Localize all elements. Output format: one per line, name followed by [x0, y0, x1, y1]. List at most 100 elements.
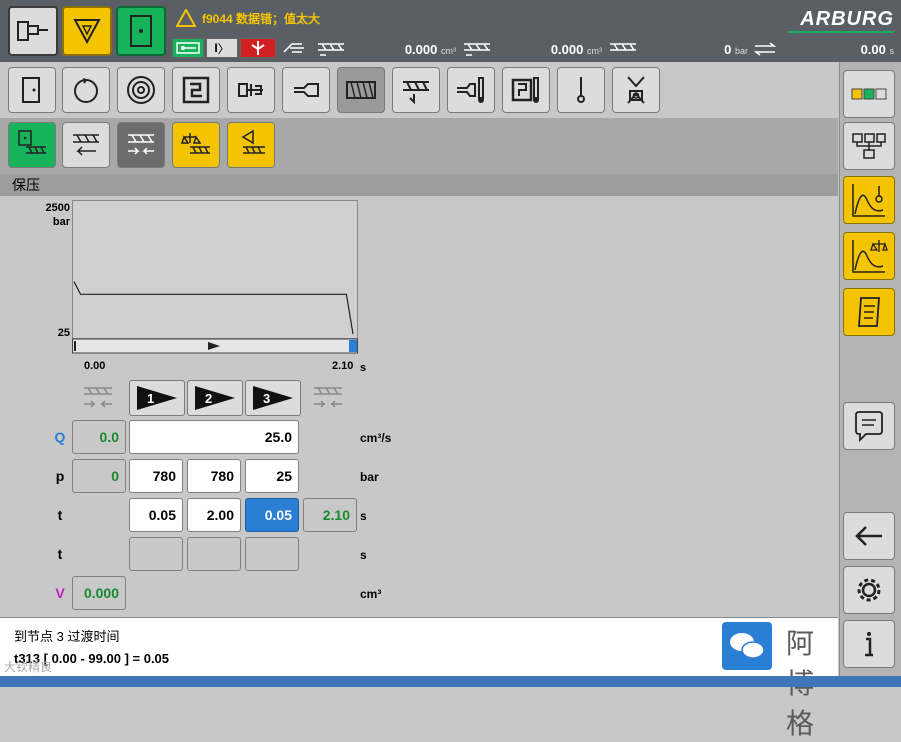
function-toolbar [0, 62, 838, 118]
tool-cycle[interactable] [62, 67, 110, 113]
pressure-curve-button[interactable] [843, 176, 895, 224]
hand-icon [283, 43, 304, 53]
mold-door-button[interactable] [116, 6, 166, 56]
row-label-q: Q [54, 429, 66, 445]
parameter-description: 到节点 3 过渡时间 [14, 629, 120, 644]
watermark-corner: 大钦精良 [4, 660, 53, 674]
pressure-readout: 0 bar [608, 38, 748, 60]
view-toggle-button[interactable] [843, 70, 895, 118]
volume1-unit: cm³ [441, 45, 456, 56]
warning-icon [176, 9, 196, 27]
timeline-start-marker [74, 341, 76, 351]
flow-injection-icon [241, 129, 265, 154]
tool-nozzle-temp[interactable] [447, 67, 495, 113]
timeline-end-marker [349, 340, 357, 352]
tool-camera[interactable] [612, 67, 660, 113]
x-start-label: 0.00 [84, 360, 106, 372]
tool-mold[interactable] [8, 67, 56, 113]
tool-clamp[interactable] [172, 67, 220, 113]
stage-1-arrow-icon: 1 [137, 386, 177, 410]
t2-stage-3-field[interactable] [245, 537, 299, 571]
hopper-button[interactable] [62, 6, 112, 56]
warning-message: f9044 数据错；值太大 [176, 9, 320, 27]
message-button[interactable] [843, 402, 895, 450]
y-bottom-label: 25 [57, 327, 70, 339]
message-icon [855, 411, 883, 443]
gear-icon [857, 578, 881, 602]
q-setpoint-field[interactable]: 25.0 [129, 420, 299, 454]
p-actual-indicator: 0 [72, 459, 126, 493]
chat-bubbles-icon [730, 633, 765, 659]
structure-tree-icon [852, 133, 886, 159]
info-button[interactable] [843, 620, 895, 668]
cycle-time-value: 0.00 [860, 41, 886, 57]
tool-injection-unit[interactable] [337, 67, 385, 113]
section-title: 保压 [0, 174, 838, 196]
machine-icon [17, 21, 48, 41]
tool-sensor[interactable] [557, 67, 605, 113]
p-stage-2-field[interactable]: 780 [187, 459, 241, 493]
pressure-weight-curve-button[interactable] [843, 232, 895, 280]
stage-2-button[interactable]: 2 [187, 380, 243, 416]
tool-mold-temp[interactable] [502, 67, 550, 113]
row-label-t2: t [57, 546, 63, 562]
back-button[interactable] [843, 512, 895, 560]
tool-spiral[interactable] [117, 67, 165, 113]
v-actual-indicator: 0.000 [72, 576, 126, 610]
q-unit: cm³/s [360, 431, 392, 445]
mode-arrow-icon: 〉 [217, 41, 230, 56]
t2-stage-1-field[interactable] [129, 537, 183, 571]
v-unit: cm³ [360, 587, 382, 601]
holding-start-icon [84, 387, 112, 408]
stage-3-button[interactable]: 3 [245, 380, 301, 416]
subtab-holding-pressure[interactable] [117, 122, 165, 168]
structure-button[interactable] [843, 122, 895, 170]
t-stage-3-field[interactable]: 0.05 [245, 498, 299, 532]
machine-overview-button[interactable] [8, 6, 58, 56]
document-button[interactable] [843, 288, 895, 336]
info-footer: 到节点 3 过渡时间 t313 [ 0.00 - 99.00 ] = 0.05 … [0, 617, 838, 739]
subtab-screw-back[interactable] [62, 122, 110, 168]
t2-unit: s [360, 548, 367, 562]
volume2-unit: cm³ [587, 45, 602, 56]
mode-indicator[interactable]: I 〉 [206, 38, 238, 58]
cycle-time-readout: 0.00 s [752, 38, 894, 60]
cycle-time-unit: s [889, 45, 895, 56]
subtab-weight-injection[interactable] [172, 122, 220, 168]
x-end-label: 2.10 [332, 360, 354, 372]
tool-ejector[interactable] [227, 67, 275, 113]
t2-stage-2-field[interactable] [187, 537, 241, 571]
hopper-icon [73, 19, 101, 45]
subtab-mold-injection[interactable] [8, 122, 56, 168]
settings-button[interactable] [843, 566, 895, 614]
door-icon [130, 15, 152, 47]
manual-mode-indicator[interactable] [278, 38, 312, 58]
screw-icon [318, 43, 344, 56]
volume-readout-2: 0.000 cm³ [462, 38, 602, 60]
t-stage-2-field[interactable]: 2.00 [187, 498, 241, 532]
t-stage-1-field[interactable]: 0.05 [129, 498, 183, 532]
subtab-flow-injection[interactable] [227, 122, 275, 168]
stage-1-button[interactable]: 1 [129, 380, 185, 416]
p-stage-1-field[interactable]: 780 [129, 459, 183, 493]
tool-nozzle[interactable] [282, 67, 330, 113]
bottom-strip [0, 676, 901, 687]
brand-logo: ARBURG [800, 8, 894, 30]
tool-dosing[interactable] [392, 67, 440, 113]
p-stage-3-field[interactable]: 25 [245, 459, 299, 493]
spiral-icon [127, 76, 155, 104]
row-label-p: p [55, 468, 65, 484]
screw-retract-icon [73, 134, 99, 156]
chart-frame [72, 200, 358, 339]
key-switch-indicator[interactable] [172, 38, 204, 58]
x-unit-label: s [360, 362, 367, 374]
alarm-indicator[interactable] [240, 38, 276, 58]
volume-readout-1: 0.000 cm³ [316, 38, 456, 60]
nozzle-temperature-icon [457, 77, 484, 103]
cycle-circle-icon [74, 78, 98, 103]
top-status-bar: f9044 数据错；值太大 ARBURG I 〉 0.000 cm³ 0.000 … [0, 0, 901, 62]
warning-text: f9044 数据错；值太大 [202, 11, 321, 26]
sub-toolbar [0, 118, 838, 174]
injection-screw-icon [346, 81, 376, 99]
right-sidebar [839, 62, 901, 676]
